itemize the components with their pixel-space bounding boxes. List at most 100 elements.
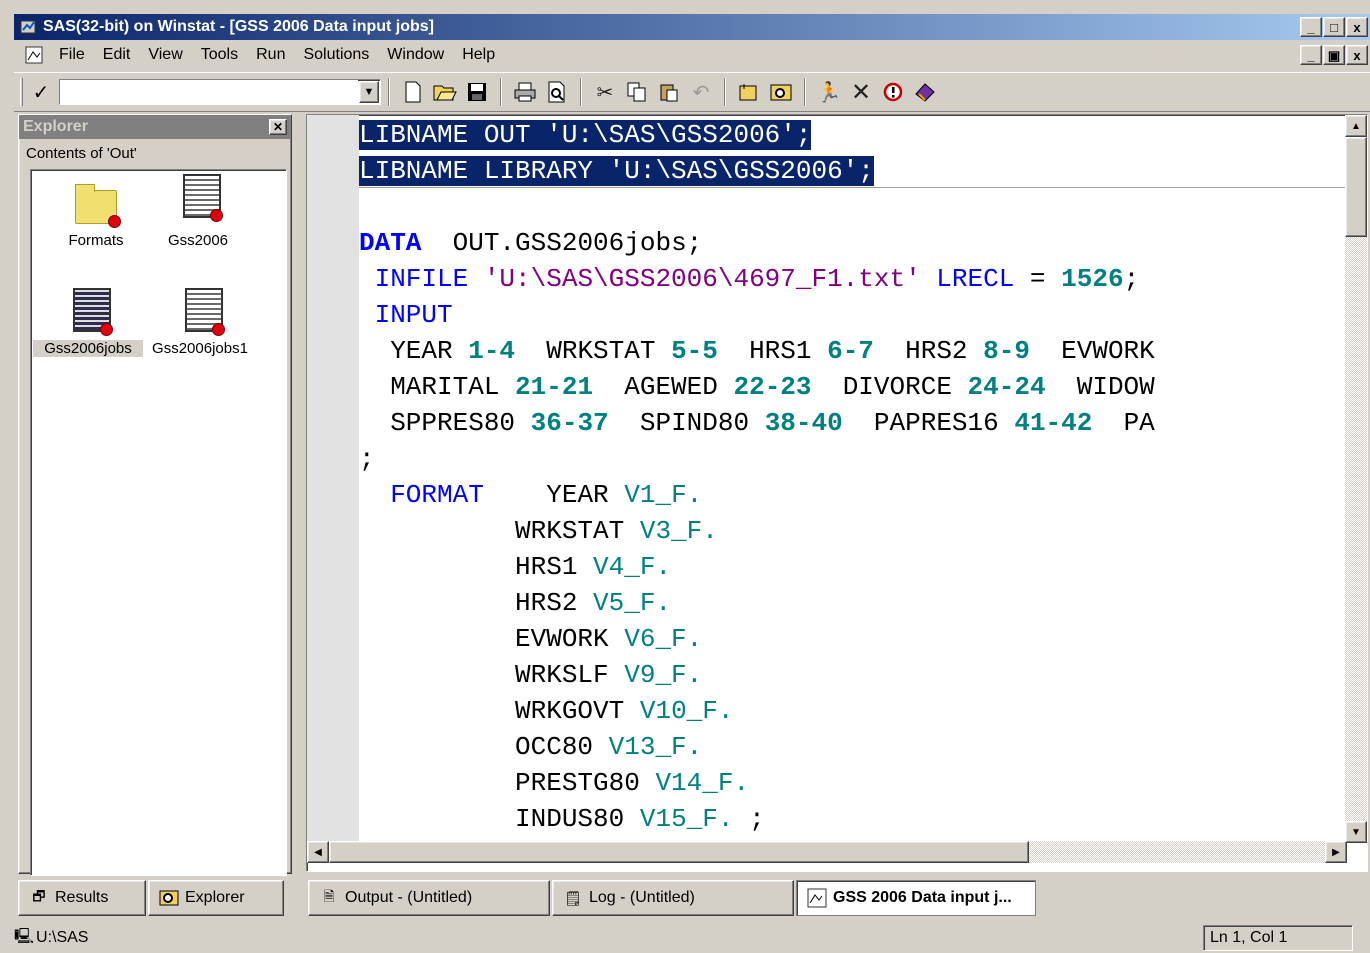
vertical-scrollbar[interactable]: ▲ ▼	[1345, 115, 1367, 843]
menu-view[interactable]: View	[139, 46, 191, 64]
menu-help[interactable]: Help	[453, 46, 504, 64]
code-token: 'U:\SAS\GSS2006\4697_F1.txt'	[483, 264, 921, 294]
code-token: WIDOW	[1045, 372, 1155, 402]
status-path: 🖳 U:\SAS	[14, 926, 88, 950]
submit-icon[interactable]: 🏃	[813, 77, 845, 107]
output-icon: 🗎	[323, 888, 335, 904]
code-line[interactable]: PRESTG80 V14_F.	[359, 765, 1347, 801]
tab-results[interactable]: 🗗 Results	[18, 880, 146, 916]
code-token: HRS2	[873, 336, 984, 366]
status-bar: 🖳 U:\SAS Ln 1, Col 1	[0, 922, 1370, 953]
paste-icon[interactable]	[653, 77, 685, 107]
new-icon[interactable]	[397, 77, 429, 107]
tab-explorer[interactable]: Explorer	[148, 880, 284, 916]
document-icon[interactable]	[24, 45, 44, 65]
command-box[interactable]: ▼	[59, 79, 381, 105]
command-dropdown-button[interactable]: ▼	[359, 81, 379, 103]
code-line[interactable]: ;	[359, 441, 1347, 477]
code-line[interactable]: FORMAT YEAR V1_F.	[359, 477, 1347, 513]
minimize-button[interactable]: _	[1300, 17, 1322, 37]
child-restore-button[interactable]: ▣	[1323, 45, 1345, 65]
code-line[interactable]: INDUS80 V15_F. ;	[359, 801, 1347, 837]
print-preview-icon[interactable]	[541, 77, 573, 107]
code-line[interactable]: INPUT	[359, 297, 1347, 333]
program-editor[interactable]: LIBNAME OUT 'U:\SAS\GSS2006'; LIBNAME LIB…	[306, 114, 1368, 872]
code-token: WRKSTAT	[515, 336, 672, 366]
menu-edit[interactable]: Edit	[94, 46, 140, 64]
code-token: LIBNAME LIBRARY 'U:\SAS\GSS2006';	[359, 156, 874, 186]
tab-program-editor[interactable]: GSS 2006 Data input j...	[796, 880, 1036, 916]
horizontal-scrollbar[interactable]: ◀ ▶	[307, 841, 1347, 863]
code-token: V5_F.	[593, 588, 672, 618]
tab-log[interactable]: 🗒 Log - (Untitled)	[552, 880, 794, 916]
sas-explorer-icon[interactable]	[765, 77, 797, 107]
new-library-icon[interactable]	[733, 77, 765, 107]
code-line[interactable]: OCC80 V13_F.	[359, 729, 1347, 765]
code-line[interactable]	[359, 189, 1347, 225]
check-icon[interactable]: ✓	[29, 78, 53, 106]
cut-icon[interactable]: ✂	[589, 77, 621, 107]
maximize-button[interactable]: □	[1323, 17, 1345, 37]
sas-app-icon	[20, 20, 36, 34]
code-token: V1_F.	[624, 480, 703, 510]
code-line[interactable]: WRKSTAT V3_F.	[359, 513, 1347, 549]
code-token: DIVORCE	[811, 372, 968, 402]
scroll-up-button[interactable]: ▲	[1345, 115, 1367, 137]
child-minimize-button[interactable]: _	[1300, 45, 1322, 65]
menu-file[interactable]: File	[50, 46, 94, 64]
menu-tools[interactable]: Tools	[192, 46, 247, 64]
title-bar[interactable]: SAS(32-bit) on Winstat - [GSS 2006 Data …	[14, 14, 1370, 40]
code-token: LRECL	[920, 264, 1015, 294]
explorer-close-button[interactable]: ✕	[269, 119, 287, 135]
code-area[interactable]: LIBNAME OUT 'U:\SAS\GSS2006'; LIBNAME LIB…	[359, 115, 1347, 843]
code-line[interactable]: HRS2 V5_F.	[359, 585, 1347, 621]
toolbar-separator	[804, 78, 806, 106]
explorer-item-gss2006jobs1[interactable]: Gss2006jobs1	[145, 288, 255, 357]
help-icon[interactable]	[877, 77, 909, 107]
close-button[interactable]: x	[1346, 17, 1368, 37]
code-token: MARITAL	[359, 372, 516, 402]
horizontal-scroll-thumb[interactable]	[329, 841, 1029, 863]
code-line[interactable]: LIBNAME OUT 'U:\SAS\GSS2006';	[359, 117, 1347, 153]
code-line[interactable]: INFILE 'U:\SAS\GSS2006\4697_F1.txt' LREC…	[359, 261, 1347, 297]
explorer-item-gss2006[interactable]: Gss2006	[143, 174, 253, 249]
toolbar-grip[interactable]	[20, 78, 23, 106]
child-close-button[interactable]: x	[1346, 45, 1368, 65]
explorer-item-gss2006jobs[interactable]: Gss2006jobs	[33, 288, 143, 357]
menu-run[interactable]: Run	[247, 46, 294, 64]
code-line[interactable]: ⊟DATA OUT.GSS2006jobs;	[359, 225, 1347, 261]
save-icon[interactable]	[461, 77, 493, 107]
clear-icon[interactable]: ✕	[845, 77, 877, 107]
code-token: V13_F.	[608, 732, 703, 762]
explorer-list[interactable]: Formats Gss2006 Gss2006jobs Gss2006jobs1	[30, 169, 287, 876]
command-input[interactable]	[60, 80, 358, 104]
scroll-down-button[interactable]: ▼	[1345, 821, 1367, 843]
print-icon[interactable]	[509, 77, 541, 107]
explorer-contents-label: Contents of 'Out'	[26, 144, 137, 162]
code-line[interactable]: HRS1 V4_F.	[359, 549, 1347, 585]
code-token: INPUT	[359, 300, 453, 330]
menu-solutions[interactable]: Solutions	[294, 46, 378, 64]
code-line[interactable]: EVWORK V6_F.	[359, 621, 1347, 657]
vertical-scroll-thumb[interactable]	[1345, 137, 1367, 237]
code-line[interactable]: WRKSLF V9_F.	[359, 657, 1347, 693]
scroll-left-button[interactable]: ◀	[307, 841, 329, 863]
tab-output[interactable]: 🗎 Output - (Untitled)	[308, 880, 550, 916]
scroll-right-button[interactable]: ▶	[1325, 841, 1347, 863]
toolbar-separator	[500, 78, 502, 106]
undo-icon[interactable]: ↶	[685, 77, 717, 107]
table-icon	[177, 288, 225, 336]
open-icon[interactable]	[429, 77, 461, 107]
menu-window[interactable]: Window	[378, 46, 453, 64]
explorer-header: Explorer ✕	[19, 115, 291, 139]
code-token: V6_F.	[624, 624, 703, 654]
book-icon[interactable]	[909, 77, 941, 107]
explorer-item-formats[interactable]: Formats	[41, 180, 151, 249]
code-line[interactable]: LIBNAME LIBRARY 'U:\SAS\GSS2006';	[359, 153, 1347, 189]
code-line[interactable]: MARITAL 21-21 AGEWED 22-23 DIVORCE 24-24…	[359, 369, 1347, 405]
code-token: YEAR	[483, 480, 625, 510]
copy-icon[interactable]	[621, 77, 653, 107]
code-line[interactable]: SPPRES80 36-37 SPIND80 38-40 PAPRES16 41…	[359, 405, 1347, 441]
code-line[interactable]: YEAR 1-4 WRKSTAT 5-5 HRS1 6-7 HRS2 8-9 E…	[359, 333, 1347, 369]
code-line[interactable]: WRKGOVT V10_F.	[359, 693, 1347, 729]
